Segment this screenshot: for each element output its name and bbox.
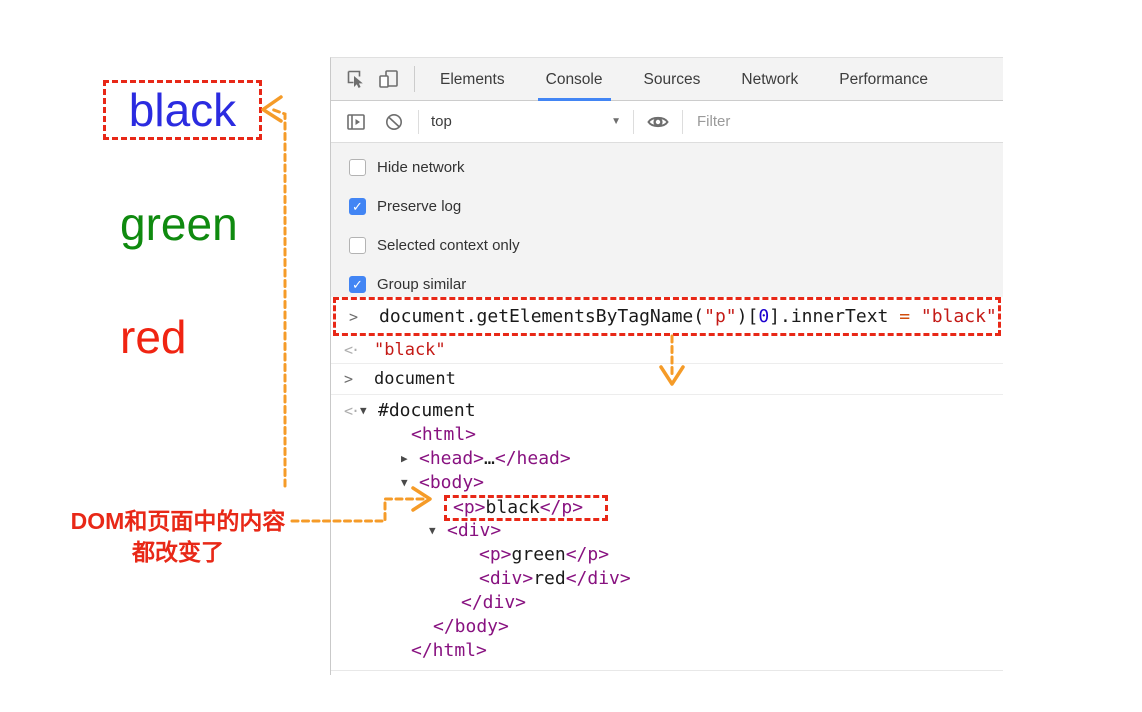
arrowhead-left-icon — [263, 97, 281, 121]
code-segment: <p> — [479, 544, 512, 565]
code-segment: <div> — [447, 520, 501, 541]
tab-sources[interactable]: Sources — [644, 58, 701, 101]
dom-tree-row: </div> — [331, 591, 1003, 615]
code-segment: <p> — [453, 497, 486, 518]
dom-tree-row: <·▼#document — [331, 399, 1003, 423]
console-result-value: "black" — [374, 340, 446, 360]
triangle-down-icon[interactable]: ▼ — [429, 519, 447, 543]
code-segment: #document — [378, 400, 476, 421]
code-segment: </p> — [540, 497, 583, 518]
code-segment: <head> — [419, 448, 484, 469]
returned-value-icon: <· — [331, 341, 374, 359]
console-settings: Hide network ✓ Preserve log Selected contex… — [331, 143, 1003, 297]
devtools-tabbar: Elements Console Sources Network Performance — [331, 58, 1003, 101]
checkbox-checked-icon[interactable]: ✓ — [349, 276, 366, 293]
code-segment: </p> — [566, 544, 609, 565]
code-segment: </div> — [566, 568, 631, 589]
tab-network[interactable]: Network — [741, 58, 798, 101]
code-segment: <html> — [411, 424, 476, 445]
triangle-right-icon[interactable]: ▶ — [401, 447, 419, 471]
highlight-box-dom-node: <p>black</p> — [444, 495, 608, 521]
arrow-to-page-black — [271, 109, 285, 486]
toolbar-divider — [414, 66, 415, 92]
chevron-down-icon: ▼ — [611, 116, 621, 127]
annotation-dom-changed-line1: DOM和页面中的内容 — [62, 506, 294, 537]
dom-tree: <·▼#document<html>▶<head>…</head>▼<body>… — [331, 395, 1003, 663]
code-segment: </head> — [495, 448, 571, 469]
code-segment: document.getElementsByTagName( — [379, 306, 704, 327]
dom-tree-row: ▶<head>…</head> — [331, 447, 1003, 471]
setting-selected-context-only[interactable]: Selected context only — [331, 226, 1003, 265]
dom-tree-row: <div>red</div> — [331, 567, 1003, 591]
devtools-panel: Elements Console Sources Network Performance… — [330, 57, 1003, 675]
code-segment: = — [899, 306, 921, 327]
dom-tree-row: <html> — [331, 423, 1003, 447]
toolbar-divider — [682, 110, 683, 134]
page-text-black: black — [129, 87, 236, 133]
toolbar-divider — [418, 110, 419, 134]
console-sidebar-icon[interactable] — [344, 110, 368, 134]
dom-tree-row: <p>black</p> — [331, 495, 1003, 519]
screenshot-canvas: black green red 执行修改DOM内容的JavaScript脚本 D… — [0, 0, 1142, 712]
checkbox-unchecked-icon[interactable] — [349, 237, 366, 254]
code-segment: "black" — [921, 306, 997, 327]
dom-tree-row: ▼<body> — [331, 471, 1003, 495]
code-segment: black — [486, 497, 540, 518]
code-segment: <div> — [479, 568, 533, 589]
console-command-row: > document.getElementsByTagName("p")[0].… — [336, 306, 998, 327]
console-divider — [331, 670, 1003, 671]
annotation-dom-changed-line2: 都改变了 — [62, 537, 294, 568]
setting-label: Preserve log — [377, 198, 461, 215]
highlight-box-page-black: black — [103, 80, 262, 140]
clear-console-icon[interactable] — [382, 110, 406, 134]
execution-context-value: top — [431, 113, 452, 130]
triangle-down-icon[interactable]: ▼ — [401, 471, 419, 495]
setting-hide-network[interactable]: Hide network — [331, 148, 1003, 187]
returned-value-icon: <· — [344, 399, 358, 423]
code-segment: 0 — [758, 306, 769, 327]
prompt-icon: > — [336, 308, 379, 326]
execution-context-dropdown[interactable]: top ▼ — [431, 113, 621, 130]
device-toolbar-icon[interactable] — [377, 67, 401, 91]
code-segment: red — [533, 568, 566, 589]
code-segment: </body> — [433, 616, 509, 637]
code-segment: ].innerText — [769, 306, 899, 327]
setting-label: Group similar — [377, 276, 466, 293]
triangle-down-icon[interactable]: ▼ — [360, 399, 378, 423]
code-segment: <body> — [419, 472, 484, 493]
toolbar-divider — [633, 110, 634, 134]
eye-icon[interactable] — [646, 110, 670, 134]
highlight-box-command: > document.getElementsByTagName("p")[0].… — [333, 297, 1001, 336]
inspect-icon[interactable] — [344, 67, 368, 91]
console-toolbar: top ▼ — [331, 101, 1003, 143]
tab-performance[interactable]: Performance — [839, 58, 928, 101]
console-expression-value: document — [374, 369, 456, 389]
setting-preserve-log[interactable]: ✓ Preserve log — [331, 187, 1003, 226]
code-segment: … — [484, 448, 495, 469]
code-segment: "p" — [704, 306, 737, 327]
setting-label: Selected context only — [377, 237, 520, 254]
code-segment: </html> — [411, 640, 487, 661]
console-result-row: <· "black" — [331, 336, 1003, 364]
dom-tree-row: </body> — [331, 615, 1003, 639]
tab-console[interactable]: Console — [546, 58, 603, 101]
filter-input[interactable] — [695, 112, 1003, 131]
dom-tree-row: ▼<div> — [331, 519, 1003, 543]
devtools-tabs: Elements Console Sources Network Performance — [440, 58, 969, 101]
console-expression-row[interactable]: > document — [331, 364, 1003, 395]
code-segment: green — [512, 544, 566, 565]
checkbox-checked-icon[interactable]: ✓ — [349, 198, 366, 215]
code-segment: </div> — [461, 592, 526, 613]
page-text-green: green — [120, 201, 238, 247]
dom-tree-row: </html> — [331, 639, 1003, 663]
tab-elements[interactable]: Elements — [440, 58, 505, 101]
page-text-red: red — [120, 314, 186, 360]
expand-chevron-icon[interactable]: > — [331, 370, 374, 388]
code-segment: )[ — [737, 306, 759, 327]
checkbox-unchecked-icon[interactable] — [349, 159, 366, 176]
annotation-dom-changed: DOM和页面中的内容 都改变了 — [62, 506, 294, 568]
dom-tree-row: <p>green</p> — [331, 543, 1003, 567]
setting-label: Hide network — [377, 159, 465, 176]
console-command-code: document.getElementsByTagName("p")[0].in… — [379, 306, 997, 327]
